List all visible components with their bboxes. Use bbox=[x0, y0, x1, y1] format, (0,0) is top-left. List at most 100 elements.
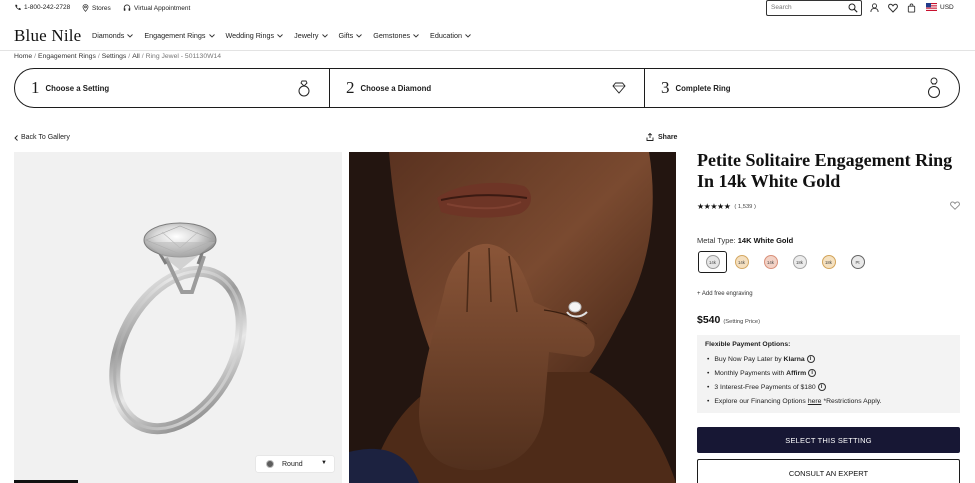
nav-wedding-rings[interactable]: Wedding Rings bbox=[226, 31, 284, 40]
payment-option-financing: Explore our Financing Optionshere*Restri… bbox=[705, 394, 952, 408]
nav-label: Wedding Rings bbox=[225, 31, 275, 40]
price-amount: $540 bbox=[697, 314, 721, 326]
nav-engagement-rings[interactable]: Engagement Rings bbox=[144, 31, 215, 40]
virtual-appointment-link[interactable]: Virtual Appointment bbox=[123, 4, 190, 12]
stores-label: Stores bbox=[92, 4, 111, 12]
info-icon[interactable]: i bbox=[817, 383, 826, 391]
metal-swatch-18k-yellow[interactable]: 18k bbox=[814, 251, 843, 273]
breadcrumb-settings[interactable]: Settings bbox=[102, 53, 127, 60]
chevron-down-icon bbox=[413, 33, 419, 38]
product-title: Petite Solitaire Engagement Ring In 14k … bbox=[697, 150, 953, 191]
metal-swatches: 14k 14k 14k 18k 18k Pt bbox=[698, 251, 872, 273]
step-choose-diamond[interactable]: 2 Choose a Diamond bbox=[329, 69, 644, 107]
nav-divider bbox=[0, 50, 975, 51]
metal-type-value: 14K White Gold bbox=[737, 236, 794, 245]
location-pin-icon bbox=[82, 4, 89, 12]
main-nav: Diamonds Engagement Rings Wedding Rings … bbox=[92, 31, 482, 40]
product-image-model[interactable] bbox=[349, 152, 676, 483]
headset-icon bbox=[123, 4, 131, 11]
currency-label: USD bbox=[940, 3, 954, 11]
diamond-shape-selector[interactable]: Round ▼ bbox=[256, 456, 334, 472]
nav-gemstones[interactable]: Gemstones bbox=[373, 31, 419, 40]
metal-swatch-14k-rose[interactable]: 14k bbox=[756, 251, 785, 273]
wishlist-heart-icon[interactable] bbox=[888, 3, 898, 13]
breadcrumb-all[interactable]: All bbox=[132, 53, 140, 60]
swatch-circle: 14k bbox=[734, 255, 749, 269]
share-button[interactable]: Share bbox=[646, 133, 677, 141]
stores-link[interactable]: Stores bbox=[82, 4, 111, 12]
nav-diamonds[interactable]: Diamonds bbox=[92, 31, 134, 40]
step-number: 1 bbox=[31, 78, 40, 97]
phone-link[interactable]: 1-800-242-2728 bbox=[14, 4, 70, 11]
price-block: $540 (Setting Price) bbox=[697, 314, 760, 326]
search-box[interactable] bbox=[766, 0, 862, 16]
swatch-circle: Pt bbox=[850, 255, 865, 269]
metal-swatch-platinum[interactable]: Pt bbox=[843, 251, 872, 273]
add-engraving-link[interactable]: + Add free engraving bbox=[697, 291, 753, 297]
payment-option-interest-free: 3 Interest-Free Payments of $180i bbox=[705, 380, 952, 394]
klarna-brand: Klarna bbox=[783, 355, 805, 363]
financing-here-link[interactable]: here bbox=[808, 398, 822, 405]
search-icon[interactable] bbox=[848, 3, 858, 13]
payment-option-affirm: Monthly Payments with Affirmi bbox=[705, 366, 952, 380]
consult-expert-button[interactable]: CONSULT AN EXPERT bbox=[697, 459, 960, 483]
nav-education[interactable]: Education bbox=[430, 31, 471, 40]
search-input[interactable] bbox=[771, 1, 849, 14]
step-complete-ring[interactable]: 3 Complete Ring bbox=[644, 69, 959, 107]
explore-prefix: Explore our Financing Options bbox=[714, 397, 806, 405]
caret-down-icon: ▼ bbox=[321, 460, 327, 466]
round-shape-icon bbox=[266, 460, 274, 468]
share-label: Share bbox=[658, 133, 678, 141]
breadcrumb-separator: / bbox=[34, 53, 37, 60]
metal-swatch-14k-yellow[interactable]: 14k bbox=[727, 251, 756, 273]
step-label: Choose a Diamond bbox=[360, 83, 432, 93]
swatch-circle: 14k bbox=[763, 255, 778, 269]
chevron-down-icon bbox=[127, 33, 134, 38]
klarna-prefix: Buy Now Pay Later by bbox=[714, 355, 782, 363]
chevron-down-icon bbox=[465, 33, 471, 38]
chevron-down-icon bbox=[208, 33, 215, 38]
favorite-heart-icon[interactable] bbox=[950, 201, 960, 210]
utility-bar: 1-800-242-2728 Stores Virtual Appointmen… bbox=[0, 0, 975, 18]
engraving-label: Add free engraving bbox=[701, 291, 753, 297]
breadcrumb-separator: / bbox=[97, 53, 100, 60]
nav-label: Education bbox=[430, 31, 463, 40]
phone-number: 1-800-242-2728 bbox=[24, 4, 71, 11]
step-choose-setting[interactable]: 1 Choose a Setting bbox=[15, 69, 329, 107]
metal-swatch-18k-white[interactable]: 18k bbox=[785, 251, 814, 273]
back-to-gallery-link[interactable]: Back To Gallery bbox=[14, 134, 70, 141]
info-icon[interactable]: i bbox=[806, 355, 815, 363]
select-setting-button[interactable]: SELECT THIS SETTING bbox=[697, 427, 960, 453]
info-icon[interactable]: i bbox=[808, 369, 817, 377]
affirm-prefix: Monthly Payments with bbox=[714, 369, 785, 377]
breadcrumb-engagement-rings[interactable]: Engagement Rings bbox=[38, 53, 96, 60]
share-icon bbox=[646, 133, 654, 141]
currency-selector[interactable]: USD bbox=[926, 3, 954, 11]
nav-gifts[interactable]: Gifts bbox=[339, 31, 363, 40]
shopping-bag-icon[interactable] bbox=[907, 3, 916, 13]
swatch-circle: 18k bbox=[821, 255, 836, 269]
model-wearing-ring-image bbox=[349, 152, 676, 483]
product-rating[interactable]: ★★★★★ ( 1,539 ) bbox=[697, 202, 756, 211]
chevron-left-icon bbox=[14, 134, 18, 141]
blue-nile-logo[interactable]: Blue Nile bbox=[14, 26, 81, 46]
metal-swatch-14k-white[interactable]: 14k bbox=[698, 251, 727, 273]
swatch-circle: 14k bbox=[705, 255, 720, 269]
phone-icon bbox=[15, 4, 21, 10]
back-label: Back To Gallery bbox=[21, 134, 70, 141]
breadcrumb-home[interactable]: Home bbox=[14, 53, 32, 60]
nav-label: Gemstones bbox=[373, 31, 411, 40]
nav-label: Jewelry bbox=[294, 31, 319, 40]
payment-option-klarna: Buy Now Pay Later by Klarnai bbox=[705, 352, 952, 366]
swatch-circle: 18k bbox=[792, 255, 807, 269]
account-icon[interactable] bbox=[870, 3, 879, 13]
plus-icon: + bbox=[697, 291, 701, 297]
nav-jewelry[interactable]: Jewelry bbox=[294, 31, 328, 40]
ring-render-image bbox=[109, 222, 247, 435]
interest-free-text: 3 Interest-Free Payments of $180 bbox=[714, 383, 816, 391]
ring-icon bbox=[298, 80, 310, 97]
payment-options-title: Flexible Payment Options: bbox=[705, 341, 791, 348]
product-image-ring[interactable] bbox=[14, 152, 342, 483]
chevron-down-icon bbox=[277, 33, 283, 38]
step-number: 3 bbox=[661, 78, 670, 97]
